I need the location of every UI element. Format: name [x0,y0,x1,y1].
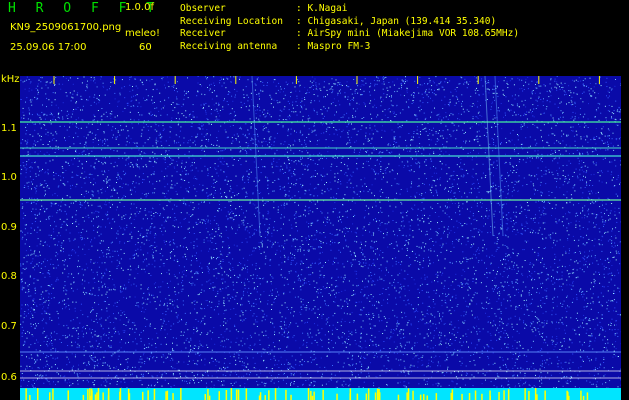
receiver-label: Receiver [180,28,226,39]
y-tick-label: 1.1 [1,123,17,134]
location-label: Receiving Location [180,15,283,27]
meteor-label: meleo! [125,28,160,39]
observer-value: : K.Nagai [296,3,348,14]
y-tick-label: 0.7 [1,321,17,332]
bottom-level-bar [20,388,621,400]
info-panel: Observer : K.Nagai Receiving Location : Ch… [180,3,519,53]
observer-row: Observer : K.Nagai [180,3,519,16]
spectrogram-plot [20,76,621,388]
antenna-value: : Maspro FM-3 [296,40,371,52]
y-tick-label: 0.8 [1,271,17,282]
antenna-label: Receiving antenna [180,40,278,52]
receiver-row: Receiver : AirSpy mini (Miakejima VOR 108… [180,28,519,41]
y-unit-label: kHz [1,74,20,85]
location-row: Receiving Location : Chigasaki, Japan (13… [180,16,519,29]
y-tick-label: 0.9 [1,222,17,233]
datetime-label: 25.09.06 17:00 [10,42,87,53]
antenna-row: Receiving antenna : Maspro FM-3 [180,41,519,54]
right-margin [621,76,629,400]
location-value: : Chigasaki, Japan (139.414 35.340) [296,15,497,27]
y-tick-label: 1.0 [1,172,17,183]
receiver-value: : AirSpy mini (Miakejima VOR 108.65MHz) [296,28,520,39]
level-bars [25,388,589,400]
spectrogram-canvas [20,76,621,388]
filename-label: KN9_2509061700.png [10,22,122,33]
version-label: 1.0.0f [125,2,154,13]
count-label: 60 [139,42,152,53]
y-tick-label: 0.6 [1,372,17,383]
observer-label: Observer [180,3,226,14]
